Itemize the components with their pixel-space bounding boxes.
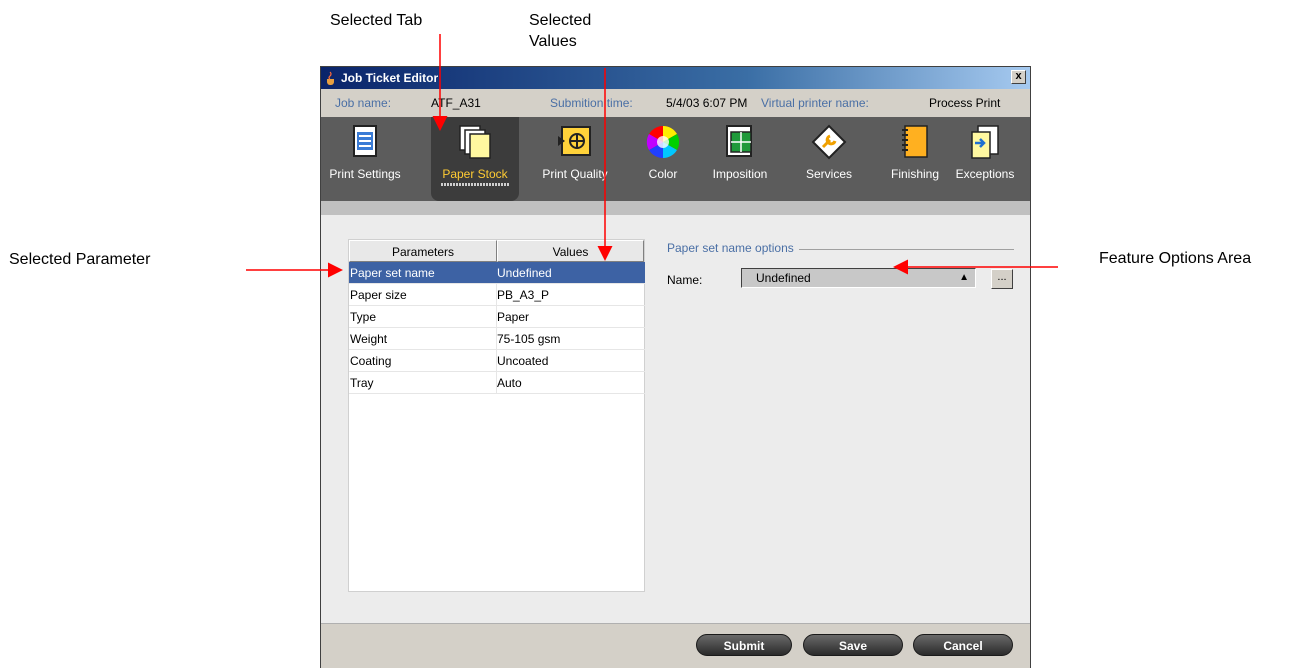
table-row[interactable]: Coating Uncoated (349, 350, 645, 372)
selected-tab-indicator (441, 183, 509, 186)
browse-button[interactable]: ... (991, 269, 1013, 289)
tab-label: Paper Stock (442, 167, 508, 181)
tab-color[interactable]: Color (619, 117, 707, 201)
virtual-printer-label: Virtual printer name: (761, 96, 869, 110)
tab-label: Color (648, 167, 678, 181)
tab-bar: Print Settings Paper Stock Print Quality (321, 117, 1030, 201)
tab-imposition[interactable]: Imposition (696, 117, 784, 201)
value-cell: PB_A3_P (496, 284, 645, 306)
services-icon (811, 124, 847, 160)
feature-options-title: Paper set name options (667, 241, 794, 255)
job-name-label: Job name: (335, 96, 392, 110)
virtual-printer-value: Process Print (929, 96, 1001, 110)
tab-label: Exceptions (955, 167, 1015, 181)
value-cell: Uncoated (496, 350, 645, 372)
tab-services[interactable]: Services (785, 117, 873, 201)
tab-label: Print Quality (542, 167, 608, 181)
value-cell: 75-105 gsm (496, 328, 645, 350)
parameters-table: Parameters Values Paper set name Undefin… (348, 239, 645, 592)
value-cell: Undefined (496, 262, 645, 284)
parameter-cell: Coating (349, 350, 497, 372)
parameter-cell: Weight (349, 328, 497, 350)
table-row[interactable]: Paper set name Undefined (349, 262, 645, 284)
exceptions-icon (971, 125, 999, 159)
submission-time-label: Submition time: (550, 96, 633, 110)
tab-exceptions[interactable]: Exceptions (941, 117, 1029, 201)
java-cup-icon (327, 71, 334, 85)
table-row[interactable]: Tray Auto (349, 372, 645, 394)
parameter-cell: Paper size (349, 284, 497, 306)
save-button[interactable]: Save (803, 634, 903, 656)
tab-paper-stock[interactable]: Paper Stock (431, 117, 519, 201)
tab-label: Services (805, 167, 852, 181)
toolbar-divider (321, 201, 1030, 215)
finishing-icon (902, 125, 928, 158)
callout-selected-tab: Selected Tab (330, 12, 423, 29)
cancel-button[interactable]: Cancel (913, 634, 1013, 656)
tab-label: Print Settings (329, 167, 401, 181)
print-settings-icon (353, 125, 377, 157)
callout-selected-values-line1: Selected (529, 12, 592, 29)
callout-selected-parameter: Selected Parameter (9, 251, 151, 268)
job-name-value: ATF_A31 (431, 96, 481, 110)
table-row[interactable]: Weight 75-105 gsm (349, 328, 645, 350)
table-row[interactable]: Type Paper (349, 306, 645, 328)
name-label: Name: (667, 273, 703, 287)
column-header-values[interactable]: Values (497, 240, 644, 262)
callout-feature-options-area: Feature Options Area (1099, 250, 1252, 267)
title-bar[interactable]: Job Ticket Editor x (321, 67, 1030, 89)
column-header-parameters[interactable]: Parameters (349, 240, 497, 262)
window-title: Job Ticket Editor (341, 71, 439, 85)
paper-set-name-select[interactable]: Undefined ▲ (741, 268, 976, 288)
parameter-cell: Type (349, 306, 497, 328)
job-ticket-editor-window: Job Ticket Editor x Job name: ATF_A31 Su… (320, 66, 1031, 668)
callout-selected-values-line2: Values (529, 33, 577, 50)
submit-button[interactable]: Submit (696, 634, 792, 656)
imposition-icon (726, 125, 752, 157)
parameter-cell: Paper set name (349, 262, 497, 284)
content-area: Parameters Values Paper set name Undefin… (321, 215, 1030, 623)
tab-print-quality[interactable]: Print Quality (531, 117, 619, 201)
parameter-cell: Tray (349, 372, 497, 394)
print-quality-icon (558, 126, 591, 156)
divider (799, 249, 1014, 250)
close-button[interactable]: x (1011, 70, 1026, 84)
updown-chevron-icon: ▲ (959, 272, 969, 283)
tab-print-settings[interactable]: Print Settings (321, 117, 409, 201)
value-cell: Auto (496, 372, 645, 394)
button-bar: Submit Save Cancel (321, 623, 1030, 668)
submission-time-value: 5/4/03 6:07 PM (666, 96, 748, 110)
color-wheel-icon (646, 125, 680, 159)
value-cell: Paper (496, 306, 645, 328)
tab-label: Imposition (712, 167, 768, 181)
table-row[interactable]: Paper size PB_A3_P (349, 284, 645, 306)
close-icon: x (1015, 70, 1022, 82)
select-value: Undefined (756, 271, 811, 285)
paper-stock-icon (459, 125, 491, 159)
job-info-bar: Job name: ATF_A31 Submition time: 5/4/03… (321, 89, 1030, 117)
